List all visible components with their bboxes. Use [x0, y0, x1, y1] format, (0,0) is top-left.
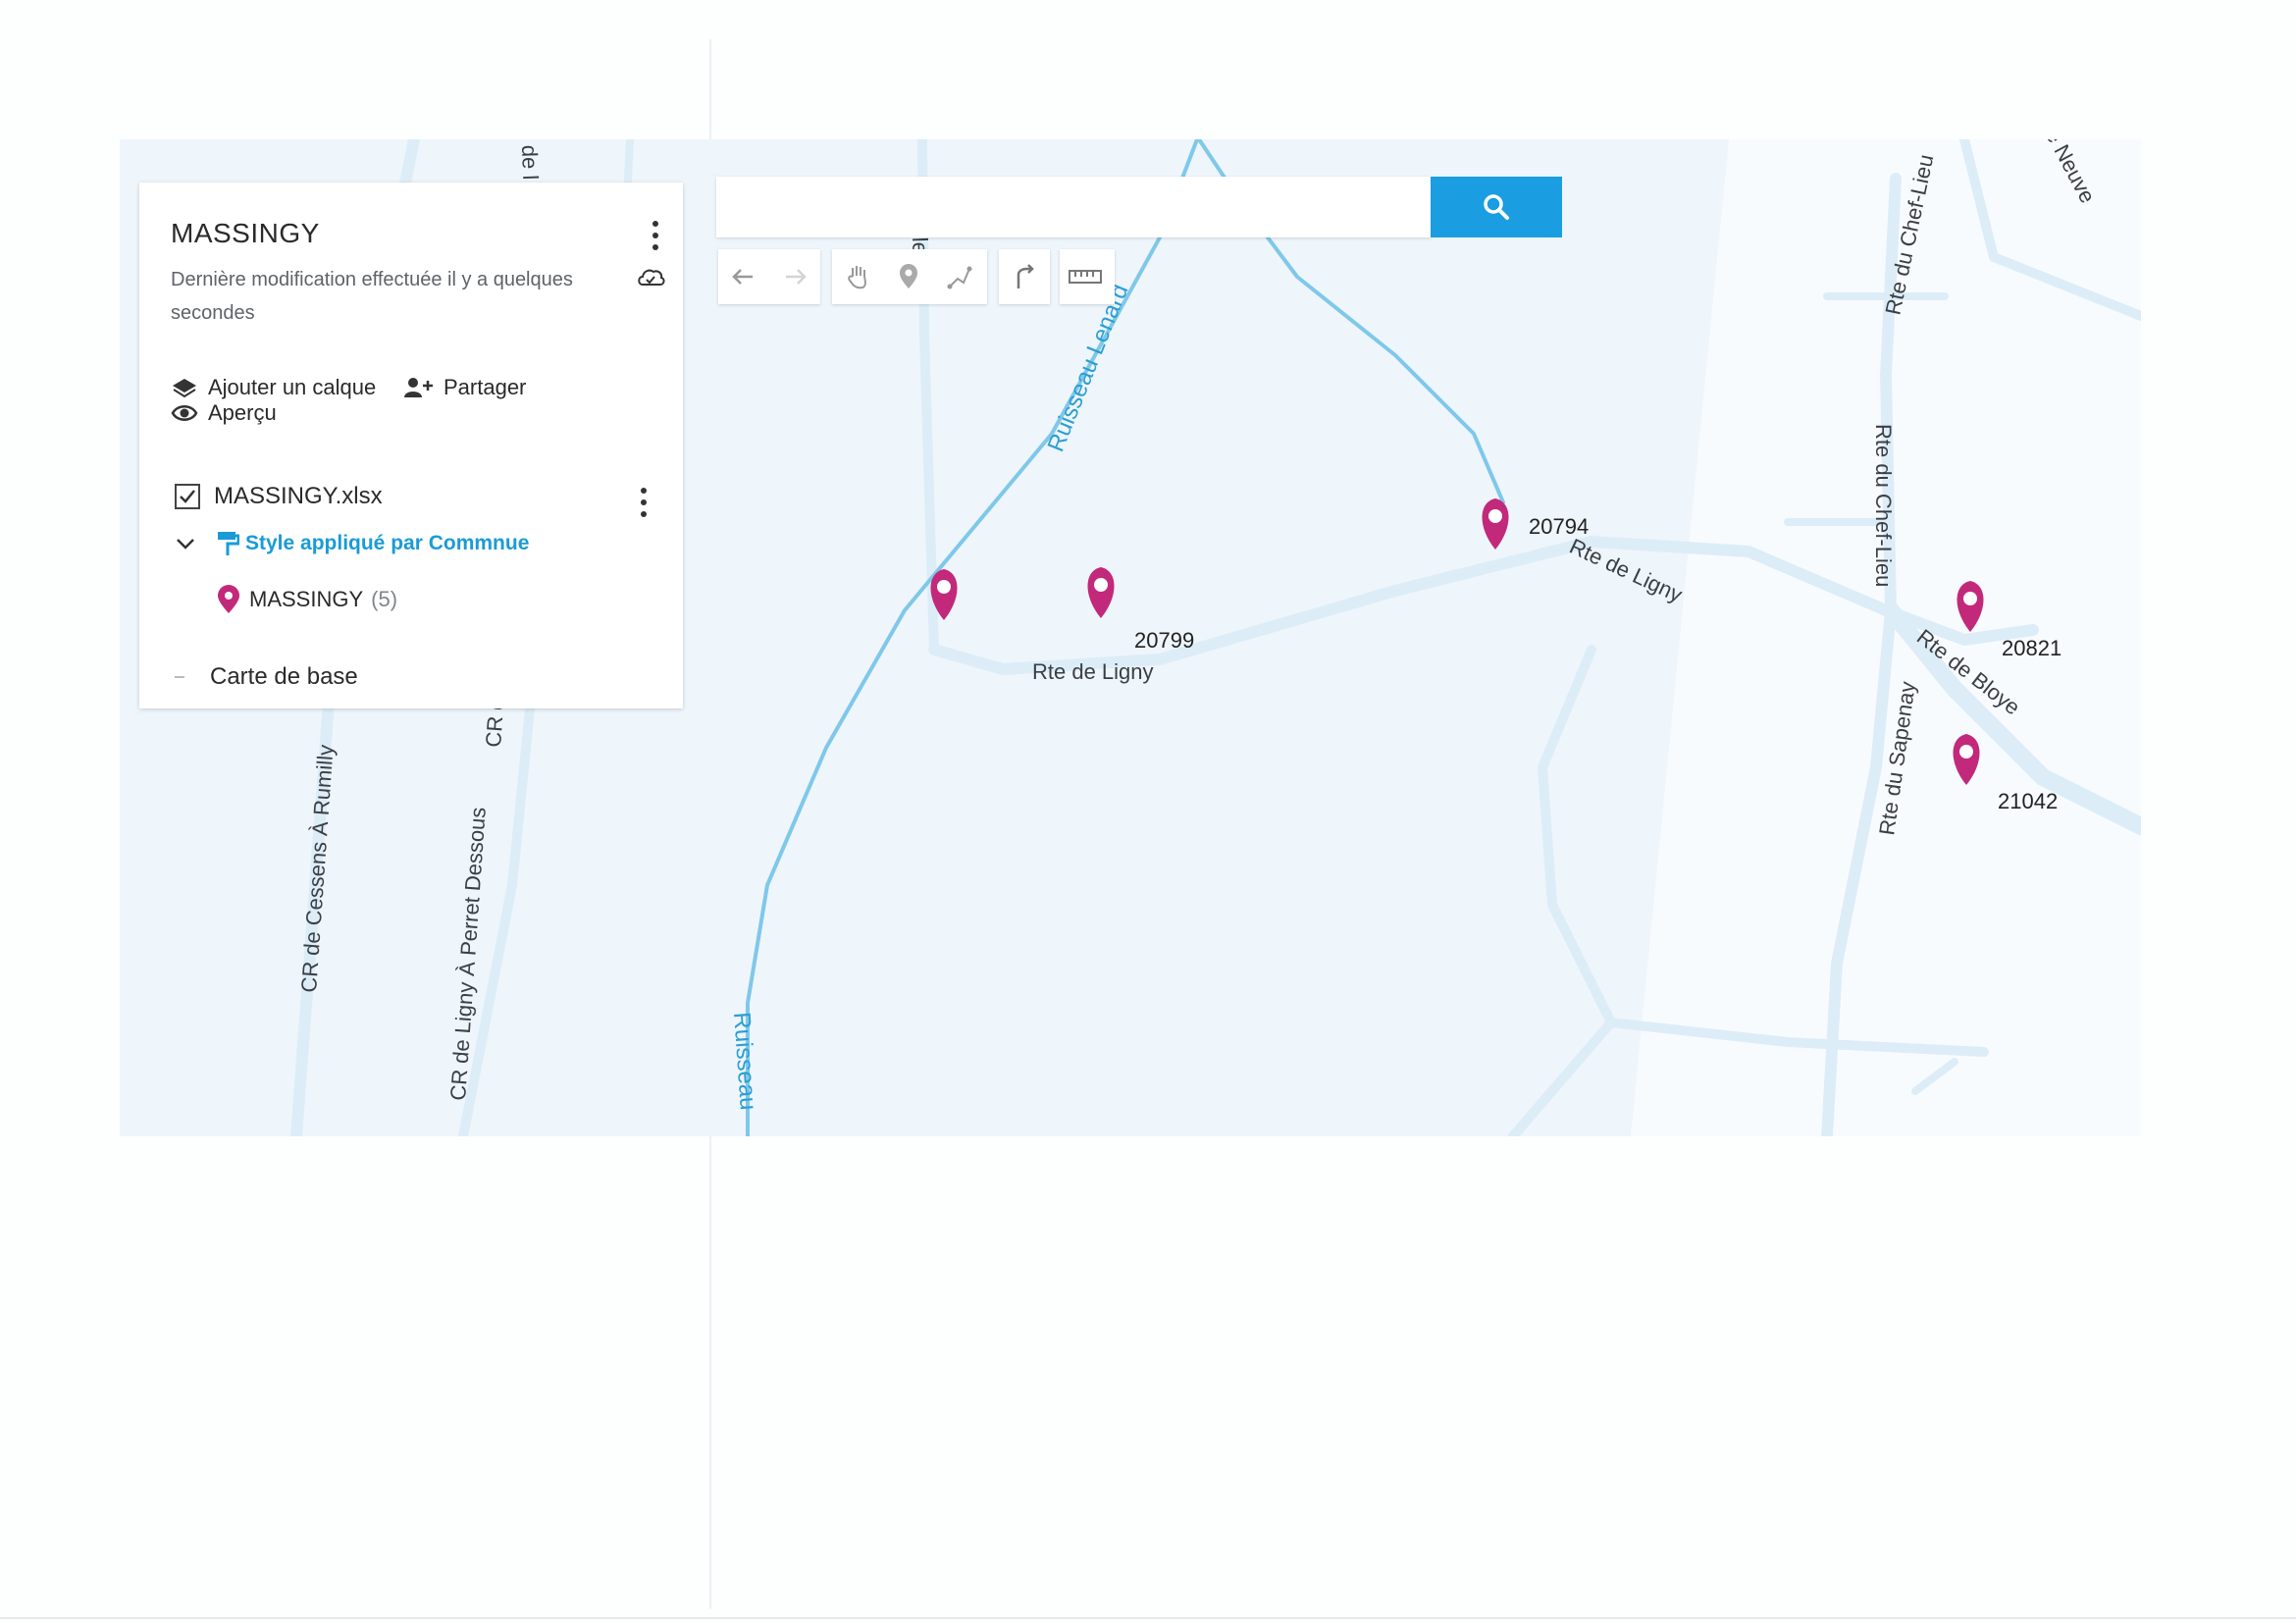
- add-layer-button[interactable]: Ajouter un calque: [171, 375, 376, 400]
- measure-button[interactable]: [1060, 251, 1111, 302]
- search-button[interactable]: [1431, 177, 1562, 237]
- marker-label-20821: 20821: [2002, 636, 2061, 660]
- redo-icon: [786, 269, 807, 285]
- base-map-row[interactable]: Carte de base: [175, 663, 358, 691]
- category-row[interactable]: MASSINGY (5): [218, 585, 397, 614]
- label-rte-chef-lieu-2: Rte du Chef-Lieu: [1871, 424, 1896, 587]
- undo-icon: [732, 269, 753, 285]
- style-label[interactable]: Style appliqué par Commnue: [245, 532, 529, 555]
- category-name: MASSINGY: [249, 587, 364, 611]
- layer-style-row[interactable]: Style appliqué par Commnue: [175, 530, 529, 557]
- add-marker-button[interactable]: [883, 251, 934, 302]
- paint-roller-icon: [218, 532, 239, 555]
- search-icon: [1484, 194, 1509, 220]
- page-edge-line: [0, 1617, 2296, 1619]
- preview-label: Aperçu: [208, 400, 277, 425]
- layer-checkbox[interactable]: [175, 484, 200, 509]
- preview-button[interactable]: Aperçu: [171, 400, 277, 426]
- search-input[interactable]: [716, 177, 1431, 237]
- marker-icon: [218, 585, 239, 613]
- marker-label-21042: 21042: [1998, 789, 2058, 813]
- base-map-label: Carte de base: [210, 663, 358, 690]
- last-modified-text: Dernière modification effectuée il y a q…: [171, 269, 573, 324]
- redo-button[interactable]: [769, 251, 820, 302]
- share-button[interactable]: Partager: [402, 375, 526, 400]
- map-title[interactable]: MASSINGY: [171, 218, 320, 249]
- layer-row[interactable]: MASSINGY.xlsx: [175, 483, 383, 510]
- search-box: [716, 177, 1431, 237]
- label-de-top: de l: [517, 144, 543, 180]
- label-rte-ligny-1: Rte de Ligny: [1032, 659, 1154, 684]
- layer-options-icon[interactable]: [632, 483, 655, 522]
- more-options-icon[interactable]: [644, 216, 667, 255]
- checkmark-icon: [180, 490, 195, 503]
- eye-icon: [171, 405, 198, 421]
- base-map-dash: [175, 676, 184, 678]
- marker-icon: [900, 264, 917, 288]
- marker-label-20794: 20794: [1529, 514, 1589, 539]
- undo-button[interactable]: [718, 251, 769, 302]
- marker-label-20799: 20799: [1134, 628, 1194, 653]
- hand-icon: [848, 266, 866, 289]
- layer-name: MASSINGY.xlsx: [214, 483, 383, 509]
- add-layer-label: Ajouter un calque: [208, 375, 377, 399]
- draw-line-button[interactable]: [934, 251, 985, 302]
- share-label: Partager: [444, 375, 527, 399]
- layers-icon: [173, 379, 196, 398]
- add-person-icon: [404, 378, 433, 397]
- chevron-down-icon[interactable]: [175, 533, 196, 554]
- route-toolbar: [999, 249, 1050, 304]
- cloud-saved-icon: [636, 265, 665, 288]
- draw-line-icon: [947, 266, 972, 289]
- route-icon: [1017, 264, 1034, 288]
- measure-toolbar: [1060, 249, 1115, 304]
- undo-redo-toolbar: [718, 249, 820, 304]
- ruler-icon: [1069, 270, 1102, 284]
- pan-tool-button[interactable]: [832, 251, 883, 302]
- category-count: (5): [371, 587, 398, 611]
- map-legend-panel: MASSINGY Dernière modification effectuée…: [139, 183, 683, 708]
- add-directions-button[interactable]: [999, 251, 1050, 302]
- drawing-toolbar: [832, 249, 987, 304]
